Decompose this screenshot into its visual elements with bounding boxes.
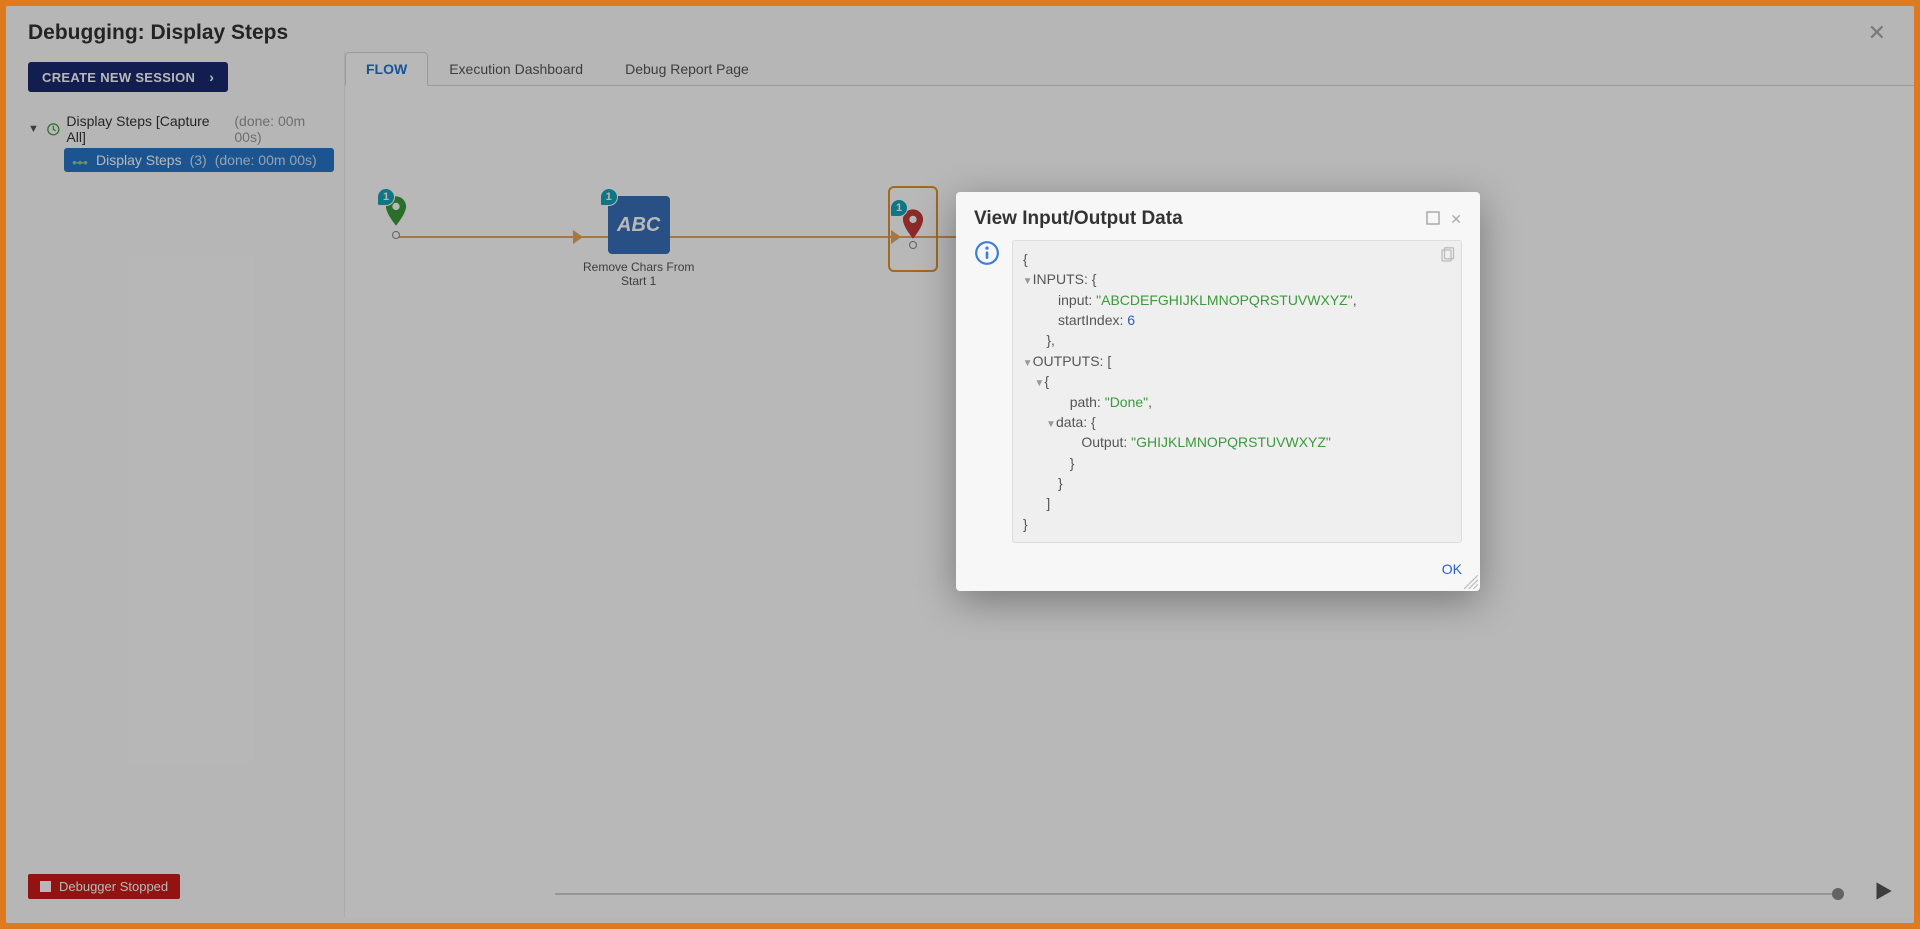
close-icon[interactable]: ✕ — [1450, 211, 1462, 228]
sidebar: CREATE NEW SESSION › ▼ Display Steps [Ca… — [6, 52, 344, 917]
caret-down-icon[interactable]: ▼ — [1034, 377, 1044, 392]
flow-step-label: Remove Chars From Start 1 — [583, 260, 694, 289]
caret-down-icon[interactable]: ▼ — [1046, 418, 1056, 433]
resize-grip-icon[interactable] — [1464, 575, 1478, 589]
debugger-status-text: Debugger Stopped — [59, 879, 168, 894]
tab-execution-dashboard[interactable]: Execution Dashboard — [428, 52, 604, 86]
json-line: ▼INPUTS: { — [1023, 269, 1451, 290]
json-line: } — [1023, 453, 1451, 473]
tree-child-label: Display Steps — [96, 152, 182, 168]
json-line: ▼{ — [1023, 371, 1451, 392]
stop-icon — [40, 881, 51, 892]
modal-title: View Input/Output Data — [974, 208, 1183, 230]
caret-down-icon[interactable]: ▼ — [1023, 357, 1033, 372]
chevron-right-icon: › — [209, 69, 214, 85]
flow-arrow-icon — [573, 230, 583, 244]
io-data-modal: View Input/Output Data ✕ { ▼INPUTS: { — [956, 192, 1480, 591]
flow-end-node[interactable]: 1 — [888, 186, 938, 272]
json-line: ▼data: { — [1023, 412, 1451, 433]
flow-step-node[interactable]: 1 ABC Remove Chars From Start 1 — [583, 196, 694, 289]
json-line: { — [1023, 249, 1451, 269]
tab-bar: FLOW Execution Dashboard Debug Report Pa… — [345, 52, 1914, 86]
page-title: Debugging: Display Steps — [28, 21, 288, 45]
tree-collapse-icon[interactable]: ▼ — [28, 123, 40, 135]
tree-child-row[interactable]: Display Steps (3) (done: 00m 00s) — [64, 148, 334, 172]
tree-root-label: Display Steps [Capture All] — [66, 113, 228, 145]
json-line: } — [1023, 473, 1451, 493]
json-viewer[interactable]: { ▼INPUTS: { input: "ABCDEFGHIJKLMNOPQRS… — [1012, 240, 1462, 543]
node-badge: 1 — [600, 188, 618, 206]
abc-block-icon: ABC — [608, 196, 670, 254]
play-button[interactable] — [1870, 878, 1896, 907]
timeline-knob[interactable] — [1832, 888, 1844, 900]
flow-start-node[interactable]: 1 — [385, 196, 407, 239]
tree-root-row[interactable]: ▼ Display Steps [Capture All] (done: 00m… — [28, 110, 334, 148]
json-line: } — [1023, 514, 1451, 534]
copy-icon[interactable] — [1439, 247, 1455, 268]
tree-child-suffix: (done: 00m 00s) — [215, 152, 317, 168]
tab-debug-report[interactable]: Debug Report Page — [604, 52, 770, 86]
session-tree: ▼ Display Steps [Capture All] (done: 00m… — [6, 104, 344, 907]
close-icon[interactable]: ✕ — [1862, 20, 1892, 46]
node-badge: 1 — [890, 199, 908, 217]
page-header: Debugging: Display Steps ✕ — [6, 6, 1914, 52]
caret-down-icon[interactable]: ▼ — [1023, 275, 1033, 290]
json-line: }, — [1023, 330, 1451, 350]
json-line: ▼OUTPUTS: [ — [1023, 351, 1451, 372]
json-line: path: "Done", — [1023, 392, 1451, 412]
json-line: Output: "GHIJKLMNOPQRSTUVWXYZ" — [1023, 432, 1451, 452]
create-session-button[interactable]: CREATE NEW SESSION › — [28, 62, 228, 92]
timeline-slider[interactable] — [555, 893, 1844, 895]
debugger-status-badge: Debugger Stopped — [28, 874, 180, 899]
json-line: startIndex: 6 — [1023, 310, 1451, 330]
maximize-icon[interactable] — [1426, 211, 1440, 228]
node-port-icon — [392, 231, 400, 239]
info-icon — [974, 240, 1002, 543]
tab-flow[interactable]: FLOW — [345, 52, 428, 86]
tree-root-suffix: (done: 00m 00s) — [234, 113, 334, 145]
json-line: ] — [1023, 493, 1451, 513]
create-session-label: CREATE NEW SESSION — [42, 70, 195, 85]
tree-child-count: (3) — [190, 152, 207, 168]
json-line: input: "ABCDEFGHIJKLMNOPQRSTUVWXYZ", — [1023, 290, 1451, 310]
steps-icon — [72, 155, 88, 165]
clock-icon — [46, 122, 61, 137]
ok-button[interactable]: OK — [1442, 561, 1462, 577]
modal-header: View Input/Output Data ✕ — [956, 192, 1480, 240]
node-port-icon — [909, 241, 917, 249]
node-badge: 1 — [377, 188, 395, 206]
